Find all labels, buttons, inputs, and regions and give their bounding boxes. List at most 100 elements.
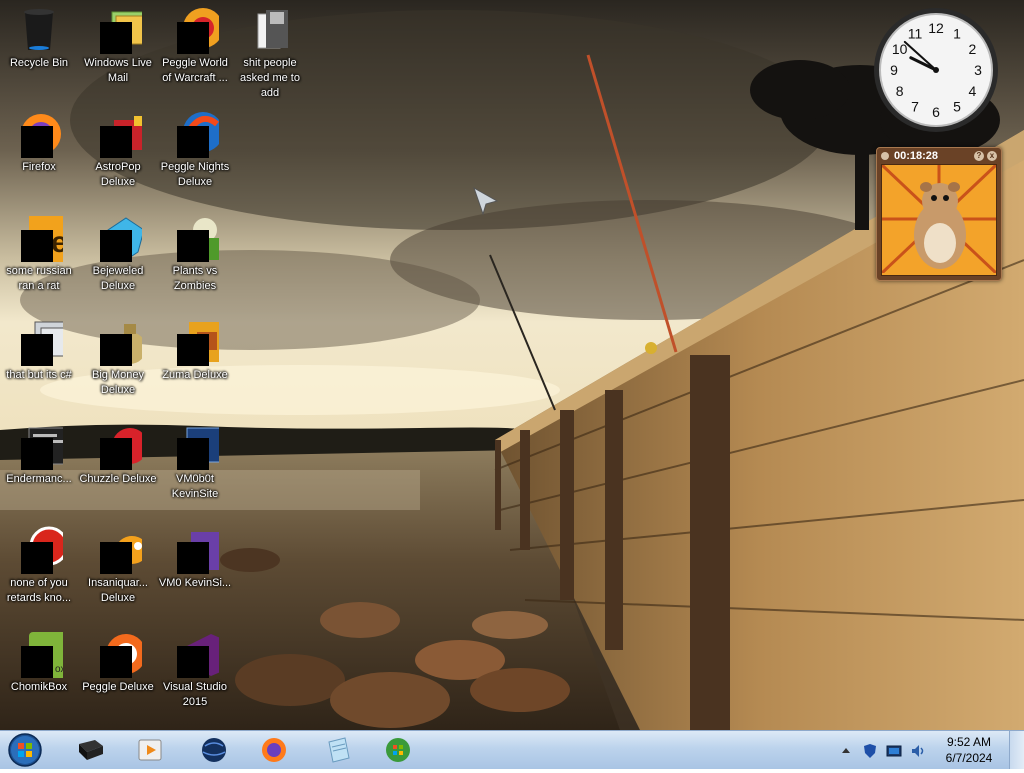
start-button[interactable] [6,732,44,768]
clock-numeral: 11 [908,26,923,42]
desktop-icon-chuzzle-deluxe[interactable]: Chuzzle Deluxe [79,418,157,487]
redaction-block [177,438,209,470]
redaction-block [21,646,53,678]
shortcut-stack-icon [15,318,72,366]
clock-numeral: 2 [968,41,976,57]
desktop-icon-some-russian-ran-a-rat[interactable]: e some russian ran a rat [0,210,78,294]
windows-logo-icon [8,733,42,767]
desktop-icon-that-but-its-csharp[interactable]: that but its c# [0,314,78,383]
redaction-block [21,542,53,574]
security-shield-icon[interactable] [862,743,878,759]
desktop-icon-label: Insaniquar... Deluxe [88,577,148,604]
desktop-icon-label: AstroPop Deluxe [95,161,141,188]
timer-close-button[interactable]: x [987,151,997,161]
mail-icon [94,6,153,54]
desktop-icon-label: Peggle Nights Deluxe [160,161,230,188]
console-app-icon [15,422,78,470]
desktop-icon-big-money-deluxe[interactable]: Big Money Deluxe [79,314,157,398]
taskbar-media-player-button[interactable] [122,732,176,768]
redaction-block [177,230,209,262]
desktop-icon-label: shit people asked me to add [240,57,300,99]
desktop-icon-label: VM0b0t KevinSite [171,473,219,500]
desktop-icon-bejeweled-deluxe[interactable]: Bejeweled Deluxe [79,210,157,294]
plants-vs-zombies-icon [171,214,221,262]
redaction-block [21,334,53,366]
desktop-icon-peggle-world-of-warcraft[interactable]: Peggle World of Warcraft ... [156,2,234,86]
volume-icon[interactable] [910,743,926,759]
clock-gadget[interactable]: 12 1 2 3 4 5 6 7 8 9 10 11 [872,6,1000,134]
desktop-icon-label: some russian ran a rat [6,265,72,292]
desktop-icon-insaniquarium-deluxe[interactable]: Insaniquar... Deluxe [79,522,157,606]
timer-status-icon [881,152,889,160]
show-desktop-button[interactable] [1009,731,1024,769]
desktop-icon-recycle-bin[interactable]: Recycle Bin [0,2,78,71]
desktop-icon-astropop-deluxe[interactable]: AstroPop Deluxe [79,106,157,190]
taskbar-firefox-button[interactable] [246,732,300,768]
redaction-block [100,542,132,574]
clock-numeral: 1 [953,26,961,42]
astropop-icon [94,110,148,158]
taskbar: 9:52 AM 6/7/2024 [0,730,1024,769]
clock-numeral: 3 [974,62,982,78]
windows-update-icon [386,738,410,762]
folder-icon [246,6,294,54]
taskbar-terminal-button[interactable] [62,732,116,768]
redaction-block [177,542,209,574]
desktop-icon-label: Big Money Deluxe [92,369,144,396]
desktop-icon-label: Windows Live Mail [84,57,152,84]
taskbar-windows-update-button[interactable] [370,732,424,768]
desktop-icon-peggle-deluxe[interactable]: Peggle Deluxe [79,626,157,695]
desktop-icon-endermanc[interactable]: Endermanc... [0,418,78,487]
desktop-icon-label: Endermanc... [6,473,72,485]
redaction-block [100,438,132,470]
desktop-icon-label: that but its c# [6,369,72,381]
peggle-icon [94,630,146,678]
desktop-icon-none-of-you[interactable]: none of you retards kno... [0,522,78,606]
desktop-icon-label: Peggle Deluxe [82,681,154,693]
timer-gadget[interactable]: 00:18:28 ? x [876,147,1002,281]
notepad-icon [328,737,350,763]
desktop-icon-label: Chuzzle Deluxe [79,473,157,485]
taskbar-clock[interactable]: 9:52 AM 6/7/2024 [934,734,1004,766]
firefox-icon [15,110,63,158]
desktop-icon-label: Visual Studio 2015 [162,681,227,708]
money-bag-icon [94,318,146,366]
red-circle-app-icon [15,526,69,574]
desktop-icon-label: Plants vs Zombies [172,265,218,292]
desktop-icon-chomikbox[interactable]: ox ChomikBox [0,626,78,695]
redaction-block [100,22,132,54]
visual-studio-project-icon [171,526,223,574]
desktop-icon-vm0-kevinsite[interactable]: VM0 KevinSi... [156,522,234,591]
taskbar-date: 6/7/2024 [945,751,993,765]
show-hidden-icons-icon[interactable] [838,743,854,759]
notification-area: 9:52 AM 6/7/2024 [834,731,1024,769]
clock-numeral: 4 [968,83,976,99]
redaction-block [177,334,209,366]
clock-numeral: 12 [928,20,944,36]
gem-icon [94,214,145,262]
svg-text:ox: ox [55,664,63,675]
redaction-block [100,126,132,158]
zuma-icon [171,318,225,366]
redaction-block [177,126,209,158]
desktop-icon-zuma-deluxe[interactable]: Zuma Deluxe [156,314,234,383]
desktop-icon-label: Bejeweled Deluxe [92,265,144,292]
network-icon[interactable] [886,743,902,759]
taskbar-globe-button[interactable] [186,732,240,768]
firefox-icon [262,738,286,762]
desktop-icon-peggle-nights-deluxe[interactable]: Peggle Nights Deluxe [156,106,234,190]
desktop-icon-plants-vs-zombies[interactable]: Plants vs Zombies [156,210,234,294]
desktop-icon-windows-live-mail[interactable]: Windows Live Mail [79,2,157,86]
timer-help-button[interactable]: ? [974,151,984,161]
desktop-icon-vm0b0t-kevinsite[interactable]: VM0b0t KevinSite [156,418,234,502]
desktop-icon-visual-studio-2015[interactable]: Visual Studio 2015 [156,626,234,710]
desktop-icon-label: Firefox [22,161,56,173]
desktop-icon-folder-people-asked[interactable]: shit people asked me to add [231,2,309,101]
taskbar-notepad-button[interactable] [310,732,364,768]
redaction-block [100,230,132,262]
peggle-wow-icon [171,6,223,54]
desktop-icon-firefox[interactable]: Firefox [0,106,78,175]
hamster-image [881,164,997,276]
visual-studio-icon [171,630,225,678]
chuzzle-icon [94,422,148,470]
